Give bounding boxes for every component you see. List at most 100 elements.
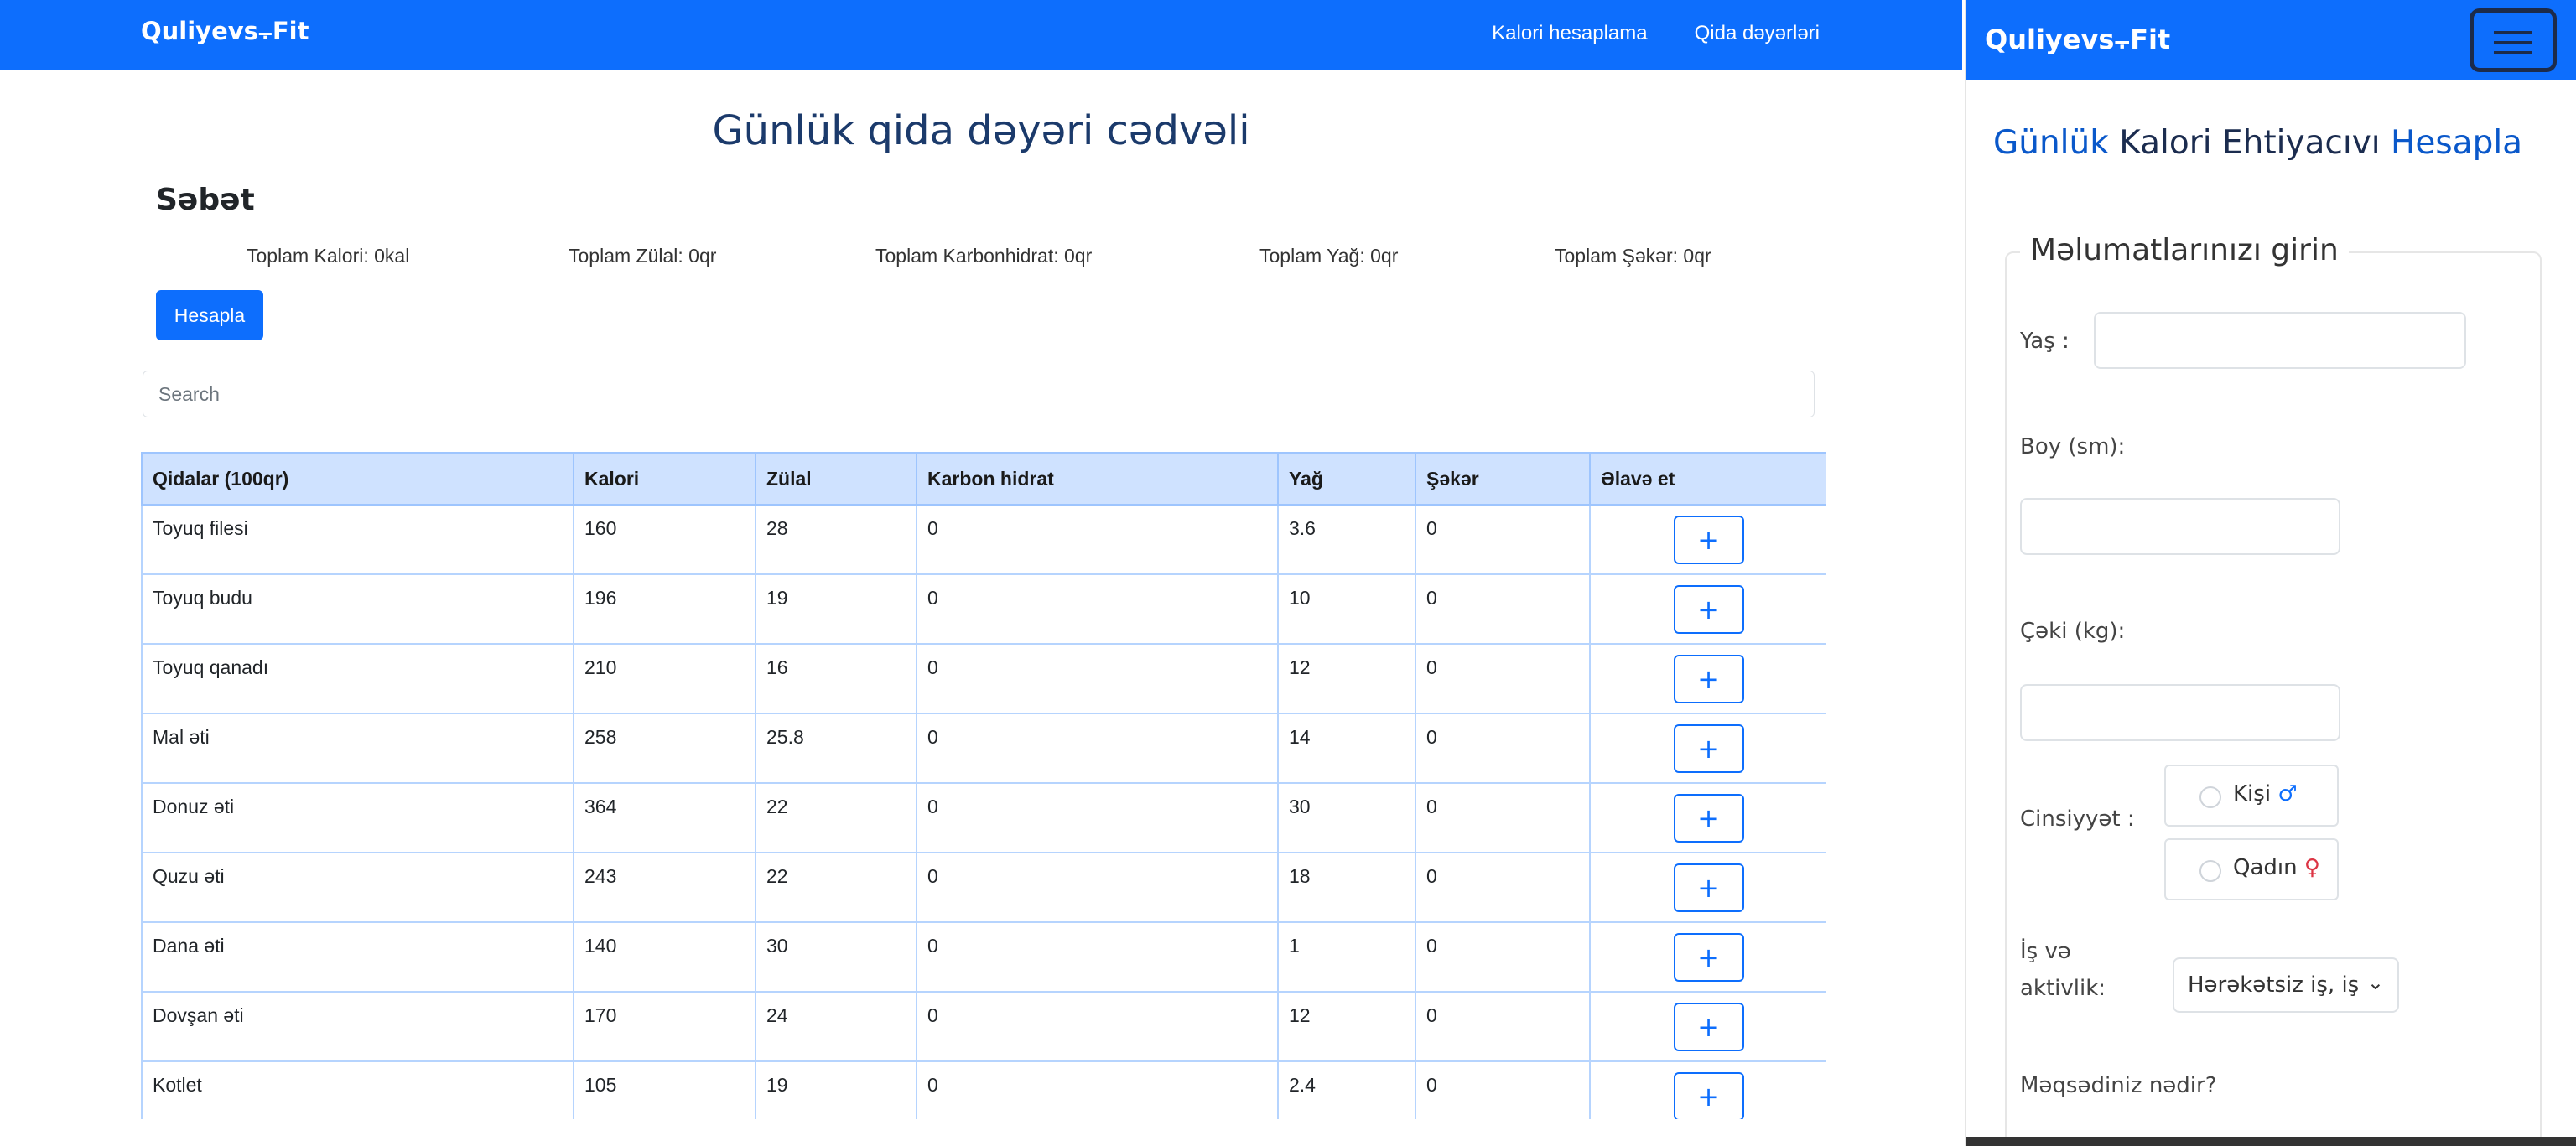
food-protein: 25.8	[755, 713, 917, 784]
table-row: Donuz əti 364 22 0 30 0 +	[141, 782, 1826, 853]
food-carbs: 0	[916, 852, 1279, 923]
male-label: Kişi ♂	[2233, 781, 2298, 806]
add-food-button[interactable]: +	[1673, 1002, 1744, 1051]
add-food-button[interactable]: +	[1673, 584, 1744, 634]
add-cell: +	[1589, 921, 1826, 993]
add-cell: +	[1589, 991, 1826, 1062]
food-sugar: 0	[1415, 991, 1591, 1062]
age-label: Yaş :	[2020, 329, 2070, 354]
food-protein: 24	[755, 991, 917, 1062]
food-fat: 14	[1277, 713, 1416, 784]
form-legend: Məlumatlarınızı girin	[2020, 233, 2349, 267]
nav-link-calorie-calc[interactable]: Kalori hesaplama	[1492, 22, 1647, 45]
column-header-calories: Kalori	[573, 452, 756, 506]
gender-label: Cinsiyyət :	[2020, 806, 2135, 832]
food-table-container: Qidalar (100qr) Kalori Zülal Karbon hidr…	[141, 452, 1826, 1119]
add-food-button[interactable]: +	[1673, 654, 1744, 703]
food-sugar: 0	[1415, 921, 1591, 993]
food-sugar: 0	[1415, 573, 1591, 645]
food-sugar: 0	[1415, 852, 1591, 923]
add-cell: +	[1589, 504, 1826, 575]
column-header-fat: Yağ	[1277, 452, 1416, 506]
add-cell: +	[1589, 1060, 1826, 1119]
male-radio[interactable]	[2199, 786, 2221, 808]
add-food-button[interactable]: +	[1673, 932, 1744, 982]
add-food-button[interactable]: +	[1673, 863, 1744, 912]
food-name: Mal əti	[141, 713, 574, 784]
mobile-navbar: Quliyevs⨪Fit	[1966, 0, 2576, 80]
female-radio[interactable]	[2199, 860, 2221, 882]
activity-selected-value: Hərəkətsiz iş, iş	[2188, 972, 2360, 998]
food-sugar: 0	[1415, 643, 1591, 714]
column-header-sugar: Şəkər	[1415, 452, 1591, 506]
female-text: Qadın	[2233, 855, 2298, 880]
food-fat: 18	[1277, 852, 1416, 923]
add-cell: +	[1589, 852, 1826, 923]
column-header-protein: Zülal	[755, 452, 917, 506]
add-food-button[interactable]: +	[1673, 1071, 1744, 1119]
title-word: Günlük	[1993, 124, 2109, 162]
food-calories: 258	[573, 713, 756, 784]
table-header-row: Qidalar (100qr) Kalori Zülal Karbon hidr…	[141, 452, 1826, 506]
food-carbs: 0	[916, 643, 1279, 714]
food-calories: 243	[573, 852, 756, 923]
food-calories: 105	[573, 1060, 756, 1119]
food-table: Qidalar (100qr) Kalori Zülal Karbon hidr…	[141, 452, 1826, 1119]
gender-option-female[interactable]: Qadın ♀	[2164, 838, 2339, 900]
table-row: Toyuq budu 196 19 0 10 0 +	[141, 573, 1826, 645]
nav-links: Kalori hesaplama Qida dəyərləri	[1492, 22, 1820, 45]
food-calories: 160	[573, 504, 756, 575]
page-title: Günlük qida dəyəri cədvəli	[712, 107, 1250, 154]
activity-select[interactable]: Hərəkətsiz iş, iş ⌄	[2173, 957, 2399, 1013]
height-input[interactable]	[2020, 498, 2340, 555]
food-name: Toyuq filesi	[141, 504, 574, 575]
food-sugar: 0	[1415, 504, 1591, 575]
total-fat: Toplam Yağ: 0qr	[1259, 245, 1399, 267]
table-row: Quzu əti 243 22 0 18 0 +	[141, 852, 1826, 923]
table-row: Dovşan əti 170 24 0 12 0 +	[141, 991, 1826, 1062]
food-protein: 19	[755, 1060, 917, 1119]
food-sugar: 0	[1415, 713, 1591, 784]
add-food-button[interactable]: +	[1673, 515, 1744, 564]
food-name: Donuz əti	[141, 782, 574, 853]
food-carbs: 0	[916, 921, 1279, 993]
food-name: Toyuq budu	[141, 573, 574, 645]
calculate-button[interactable]: Hesapla	[156, 290, 263, 340]
food-fat: 2.4	[1277, 1060, 1416, 1119]
total-carbs: Toplam Karbonhidrat: 0qr	[875, 245, 1093, 267]
food-name: Quzu əti	[141, 852, 574, 923]
food-protein: 22	[755, 782, 917, 853]
add-cell: +	[1589, 573, 1826, 645]
add-food-button[interactable]: +	[1673, 723, 1744, 773]
food-name: Dovşan əti	[141, 991, 574, 1062]
food-calories: 364	[573, 782, 756, 853]
food-fat: 12	[1277, 991, 1416, 1062]
food-sugar: 0	[1415, 1060, 1591, 1119]
add-cell: +	[1589, 643, 1826, 714]
food-fat: 12	[1277, 643, 1416, 714]
weight-input[interactable]	[2020, 684, 2340, 741]
column-header-food: Qidalar (100qr)	[141, 452, 574, 506]
gender-option-male[interactable]: Kişi ♂	[2164, 765, 2339, 827]
activity-label-line1: İş və	[2020, 939, 2071, 964]
hamburger-line	[2494, 51, 2532, 54]
food-calories: 196	[573, 573, 756, 645]
title-word: Kalori	[2119, 124, 2212, 162]
column-header-add: Əlavə et	[1589, 452, 1826, 506]
search-input[interactable]	[143, 371, 1815, 417]
activity-label-line2: aktivlik:	[2020, 976, 2106, 1001]
male-text: Kişi	[2233, 781, 2272, 806]
mobile-view: Quliyevs⨪Fit Günlük Kalori Ehtiyacıvı He…	[1965, 0, 2576, 1146]
add-food-button[interactable]: +	[1673, 793, 1744, 843]
food-fat: 3.6	[1277, 504, 1416, 575]
total-protein: Toplam Zülal: 0qr	[569, 245, 717, 267]
total-sugar: Toplam Şəkər: 0qr	[1555, 245, 1711, 267]
mobile-brand-logo[interactable]: Quliyevs⨪Fit	[1985, 23, 2170, 56]
total-calories: Toplam Kalori: 0kal	[247, 245, 410, 267]
brand-logo[interactable]: Quliyevs⨪Fit	[141, 17, 309, 46]
hamburger-icon[interactable]	[2470, 8, 2557, 72]
nav-link-food-values[interactable]: Qida dəyərləri	[1695, 22, 1820, 45]
food-calories: 170	[573, 991, 756, 1062]
age-input[interactable]	[2094, 312, 2466, 369]
food-carbs: 0	[916, 573, 1279, 645]
